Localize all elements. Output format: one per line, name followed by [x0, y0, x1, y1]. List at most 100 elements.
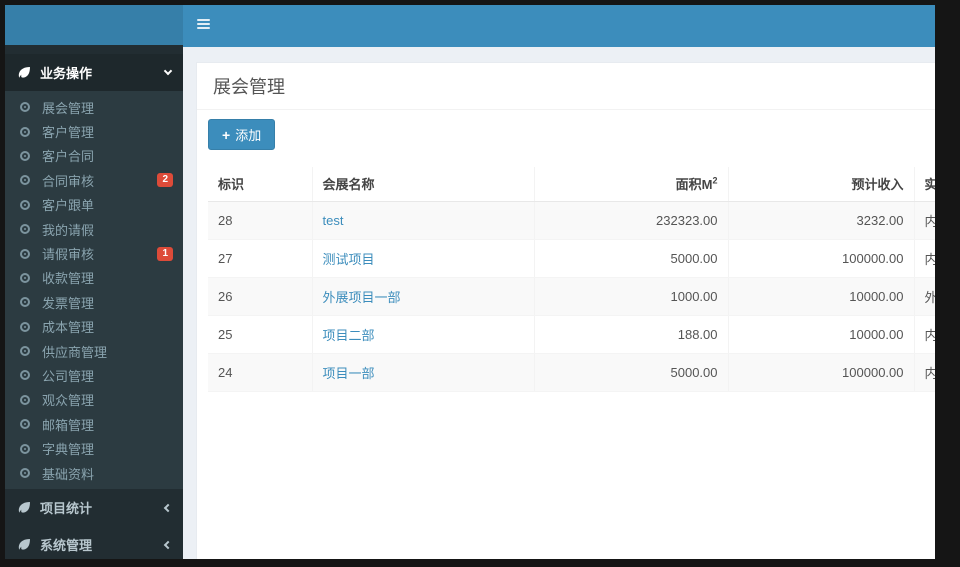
cell-income: 100000.00: [727, 353, 914, 392]
cell-dept: 内展项目: [913, 315, 935, 354]
sidebar-item-label: 观众管理: [42, 393, 95, 409]
table-row: 28 test 232323.003232.00内展项目: [208, 201, 935, 240]
cell-dept: 内展项目: [913, 239, 935, 278]
plus-icon: +: [222, 126, 231, 143]
sidebar-item-label: 公司管理: [42, 368, 95, 384]
dot-circle-icon: [20, 321, 30, 332]
sidebar-item-label: 我的请假: [42, 222, 95, 238]
cell-name: 项目一部: [311, 353, 534, 392]
dot-circle-icon: [20, 297, 30, 308]
notification-badge: 1: [157, 246, 173, 261]
sidebar-item-label: 展会管理: [42, 100, 95, 116]
cell-income: 3232.00: [727, 201, 914, 240]
table-row: 24 项目一部 5000.00100000.00内展项目: [208, 353, 935, 392]
sidebar-item-label: 客户跟单: [42, 198, 95, 214]
column-header-area: 面积M2: [533, 167, 728, 202]
sidebar-item[interactable]: 请假审核 1: [5, 241, 183, 265]
exhibition-name-link[interactable]: 项目一部: [323, 366, 375, 381]
sidebar-item[interactable]: 我的请假: [5, 217, 183, 241]
notification-badge: 2: [157, 173, 173, 188]
column-header-dept: 实施部门: [913, 167, 935, 202]
cell-dept: 外展项目: [913, 277, 935, 316]
leaf-icon: [17, 538, 31, 552]
sidebar-item[interactable]: 客户合同: [5, 144, 183, 168]
cell-id: 25: [208, 315, 312, 354]
content-area: 展会管理 + 添加 标识会展名称面积M2预计收入实施部门 28 test 23232…: [183, 47, 935, 559]
cell-name: test: [311, 201, 534, 240]
dot-circle-icon: [20, 199, 30, 210]
add-button[interactable]: + 添加: [208, 119, 276, 150]
dot-circle-icon: [20, 272, 30, 283]
dot-circle-icon: [20, 248, 30, 259]
dot-circle-icon: [20, 150, 30, 161]
cell-area: 232323.00: [533, 201, 728, 240]
sidebar-item[interactable]: 公司管理: [5, 363, 183, 387]
cell-area: 5000.00: [533, 353, 728, 392]
dot-circle-icon: [20, 370, 30, 381]
sidebar-item-label: 成本管理: [42, 320, 95, 336]
table-row: 25 项目二部 188.0010000.00内展项目: [208, 315, 935, 354]
cell-id: 27: [208, 239, 312, 278]
sidebar-item[interactable]: 展会管理: [5, 95, 183, 119]
sidebar-item-label: 邮箱管理: [42, 417, 95, 433]
exhibition-table: 标识会展名称面积M2预计收入实施部门 28 test 232323.003232.0…: [208, 167, 935, 392]
exhibition-name-link[interactable]: 项目二部: [323, 328, 375, 343]
dot-circle-icon: [20, 419, 30, 430]
hamburger-icon[interactable]: [196, 18, 211, 34]
panel-body: + 添加 标识会展名称面积M2预计收入实施部门 28 test 232323.003…: [197, 110, 935, 392]
column-header-name: 会展名称: [311, 167, 534, 202]
exhibition-panel: 展会管理 + 添加 标识会展名称面积M2预计收入实施部门 28 test 23232…: [196, 62, 935, 559]
sidebar-item[interactable]: 供应商管理: [5, 339, 183, 363]
top-navbar: [183, 5, 935, 47]
sidebar-item[interactable]: 客户跟单: [5, 193, 183, 217]
sidebar-item[interactable]: 合同审核 2: [5, 168, 183, 192]
dot-circle-icon: [20, 224, 30, 235]
sidebar-section-business-ops[interactable]: 业务操作: [5, 54, 183, 91]
sidebar-item-label: 供应商管理: [42, 344, 108, 360]
sidebar-section-label: 系统管理: [40, 538, 93, 554]
column-header-income: 预计收入: [727, 167, 914, 202]
cell-dept: 内展项目: [913, 353, 935, 392]
sidebar-item[interactable]: 字典管理: [5, 436, 183, 460]
sidebar-item[interactable]: 收款管理: [5, 266, 183, 290]
sidebar-item[interactable]: 观众管理: [5, 388, 183, 412]
sidebar-section-label: 业务操作: [40, 66, 93, 81]
exhibition-name-link[interactable]: 外展项目一部: [323, 290, 401, 305]
sidebar-item-label: 合同审核: [42, 173, 95, 189]
column-header-id: 标识: [208, 167, 312, 202]
cell-name: 测试项目: [311, 239, 534, 278]
dot-circle-icon: [20, 346, 30, 357]
cell-area: 188.00: [533, 315, 728, 354]
sidebar-item[interactable]: 发票管理: [5, 290, 183, 314]
sidebar-item[interactable]: 邮箱管理: [5, 412, 183, 436]
chevron-down-icon: [163, 66, 173, 76]
sidebar-item-label: 客户管理: [42, 125, 95, 141]
exhibition-name-link[interactable]: 测试项目: [323, 252, 375, 267]
table-row: 26 外展项目一部 1000.0010000.00外展项目: [208, 277, 935, 316]
sidebar-item[interactable]: 成本管理: [5, 315, 183, 339]
leaf-icon: [17, 66, 31, 80]
chevron-left-icon: [163, 540, 173, 549]
cell-income: 10000.00: [727, 315, 914, 354]
cell-id: 26: [208, 277, 312, 316]
dot-circle-icon: [20, 175, 30, 186]
sidebar: 业务操作 展会管理 客户管理 客户合同 合同审核 2 客户跟单 我的请假 请假审…: [5, 45, 183, 559]
leaf-icon: [17, 501, 31, 515]
cell-dept: 内展项目: [913, 201, 935, 240]
panel-header: 展会管理: [197, 63, 935, 110]
add-button-label: 添加: [235, 128, 262, 143]
sidebar-item-label: 发票管理: [42, 295, 95, 311]
exhibition-name-link[interactable]: test: [323, 213, 344, 228]
dot-circle-icon: [20, 443, 30, 454]
sidebar-item-label: 基础资料: [42, 466, 95, 482]
table-row: 27 测试项目 5000.00100000.00内展项目: [208, 239, 935, 278]
sidebar-section-label: 项目统计: [40, 501, 93, 517]
sidebar-item-label: 请假审核: [42, 247, 95, 263]
sidebar-section-project-stats[interactable]: 项目统计: [5, 489, 183, 526]
sidebar-item-label: 字典管理: [42, 442, 95, 458]
cell-name: 外展项目一部: [311, 277, 534, 316]
logo-area: [5, 5, 183, 45]
sidebar-section-system-mgmt[interactable]: 系统管理: [5, 526, 183, 559]
sidebar-item[interactable]: 基础资料: [5, 461, 183, 485]
sidebar-item[interactable]: 客户管理: [5, 119, 183, 143]
